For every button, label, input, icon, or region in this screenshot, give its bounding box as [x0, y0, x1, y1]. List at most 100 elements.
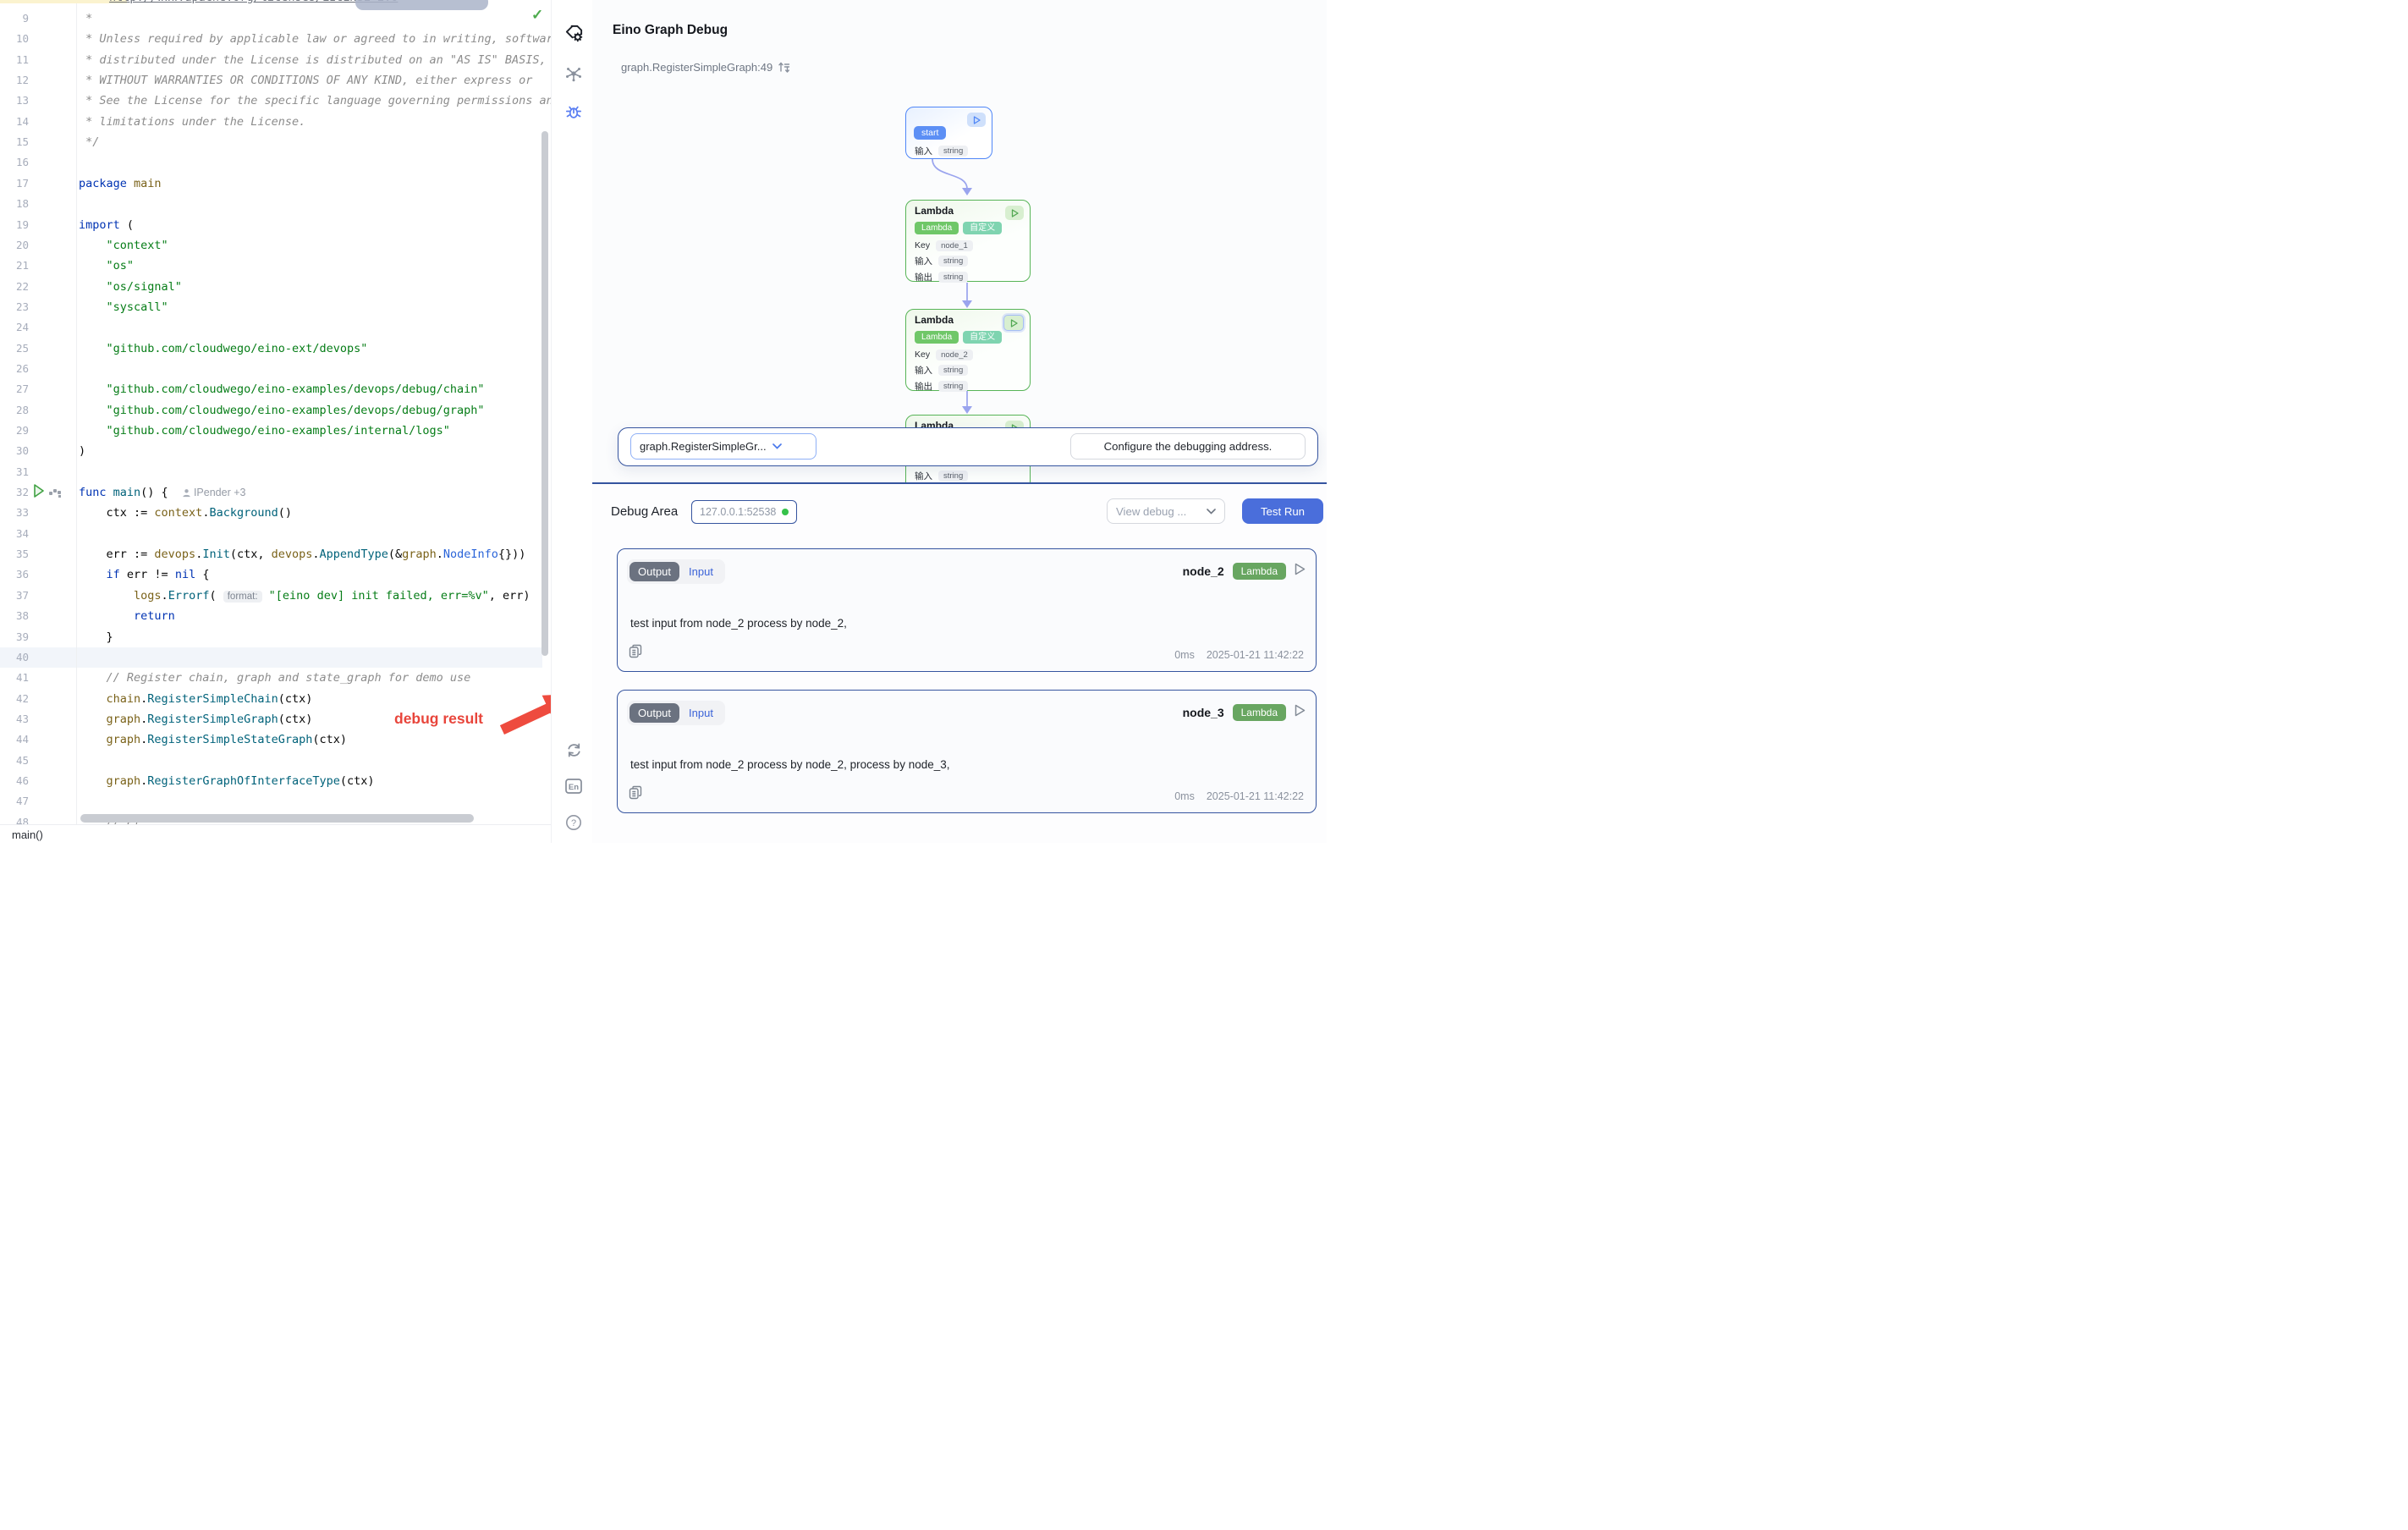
run-node-icon[interactable] [967, 113, 986, 127]
node-type-badge: Lambda [1233, 704, 1286, 721]
line-number: 35 [0, 544, 29, 564]
line-number: 26 [0, 359, 29, 379]
coverage-icon[interactable] [49, 487, 62, 503]
editor-horizontal-scrollbar[interactable] [80, 814, 474, 823]
breadcrumb[interactable]: main() [12, 828, 43, 841]
gutter-divider [76, 0, 77, 824]
node-io-row: 输入string [915, 143, 968, 159]
graph-selector-value: graph.RegisterSimpleGr... [640, 440, 767, 453]
graph-selector-dropdown[interactable]: graph.RegisterSimpleGr... [630, 433, 816, 460]
tool-strip: En ? [551, 0, 593, 843]
line-number: 23 [0, 297, 29, 317]
node-io-row: 输出string [915, 378, 973, 394]
current-line-highlight [0, 647, 542, 668]
debug-address: 127.0.0.1:52538 [700, 506, 776, 518]
language-en-icon[interactable]: En [564, 776, 584, 796]
code-line: */ [79, 132, 99, 152]
start-badge: start [914, 126, 946, 140]
line-number: 20 [0, 235, 29, 256]
code-line: } [79, 627, 113, 647]
graph-node-node_1[interactable]: LambdaLambda自定义Keynode_1输入string输出string [905, 200, 1031, 282]
code-line: graph.RegisterGraphOfInterfaceType(ctx) [79, 771, 375, 791]
output-input-tabs: OutputInput [627, 701, 725, 725]
debug-meta: 0ms2025-01-21 11:42:22 [1174, 790, 1304, 802]
line-number: 12 [0, 70, 29, 91]
line-number: 14 [0, 112, 29, 132]
debug-output-text: test input from node_2 process by node_2… [630, 617, 847, 630]
scrollbar-pill[interactable] [355, 0, 488, 10]
breadcrumb-bar: main() [0, 824, 551, 843]
tab-output[interactable]: Output [629, 562, 679, 581]
line-number: 29 [0, 421, 29, 441]
timestamp: 2025-01-21 11:42:22 [1207, 790, 1304, 802]
code-line: chain.RegisterSimpleChain(ctx) [79, 689, 312, 709]
copy-icon[interactable] [629, 785, 642, 804]
code-line: ctx := context.Background() [79, 503, 292, 523]
play-icon[interactable] [1295, 563, 1306, 580]
code-line: * WITHOUT WARRANTIES OR CONDITIONS OF AN… [79, 70, 532, 91]
output-input-tabs: OutputInput [627, 559, 725, 584]
editor-vertical-scrollbar[interactable] [542, 131, 548, 656]
help-icon[interactable]: ? [564, 812, 584, 833]
debug-bug-icon[interactable] [564, 102, 584, 122]
node-badges: Lambda自定义 [915, 331, 1002, 344]
graph-node-start[interactable]: start 输入string [905, 107, 992, 159]
view-debug-dropdown[interactable]: View debug ... [1107, 498, 1225, 524]
code-editor[interactable]: 9101112131415161718192021222324252627282… [0, 0, 551, 843]
debug-area-label: Debug Area [611, 504, 678, 519]
tab-input[interactable]: Input [679, 703, 723, 723]
eino-logo-icon [564, 23, 584, 43]
sort-hierarchy-icon[interactable] [778, 61, 790, 74]
line-number: 37 [0, 586, 29, 606]
code-line: * [79, 8, 92, 29]
node-io-row: 输出string [915, 269, 973, 285]
line-number: 22 [0, 277, 29, 297]
chevron-down-icon [1207, 509, 1216, 515]
debug-address-chip[interactable]: 127.0.0.1:52538 [691, 500, 797, 524]
code-line: * See the License for the specific langu… [79, 91, 551, 111]
code-line: if err != nil { [79, 564, 209, 585]
line-number: 16 [0, 152, 29, 173]
inspection-check-icon[interactable]: ✓ [531, 7, 543, 24]
debug-card-node_2: OutputInputnode_2Lambdatest input from n… [617, 548, 1317, 672]
code-line: * limitations under the License. [79, 112, 305, 132]
copy-icon[interactable] [629, 644, 642, 663]
code-line: "github.com/cloudwego/eino-examples/inte… [79, 421, 450, 441]
start-node-rows: 输入string [915, 143, 968, 159]
code-line: "os/signal" [79, 277, 182, 297]
annotation-debug-result: debug result [394, 710, 483, 728]
line-number: 30 [0, 441, 29, 461]
app-window: 9101112131415161718192021222324252627282… [0, 0, 1327, 843]
node-io-row: 输入string [915, 254, 973, 270]
code-line: * distributed under the License is distr… [79, 50, 547, 70]
svg-text:En: En [569, 783, 579, 792]
tab-output[interactable]: Output [629, 703, 679, 723]
line-number: 21 [0, 256, 29, 276]
tab-input[interactable]: Input [679, 562, 723, 581]
line-number: 44 [0, 729, 29, 750]
graph-location[interactable]: graph.RegisterSimpleGraph:49 [621, 61, 790, 74]
node-io-row: Keynode_2 [915, 347, 973, 363]
line-number: 47 [0, 791, 29, 812]
run-node-icon[interactable] [1005, 206, 1024, 220]
connection-status-dot [782, 509, 789, 515]
code-line: "context" [79, 235, 168, 256]
node-name: node_2 [1183, 564, 1224, 578]
line-number: 24 [0, 317, 29, 338]
refresh-icon[interactable] [564, 740, 584, 760]
test-run-button[interactable]: Test Run [1242, 498, 1323, 524]
graph-nodes-icon[interactable] [564, 63, 584, 84]
code-line: return [79, 606, 175, 626]
play-icon[interactable] [1295, 704, 1306, 721]
timestamp: 2025-01-21 11:42:22 [1207, 649, 1304, 661]
configure-address-button[interactable]: Configure the debugging address. [1070, 433, 1306, 460]
line-number: 15 [0, 132, 29, 152]
graph-node-node_2[interactable]: LambdaLambda自定义Keynode_2输入string输出string [905, 309, 1031, 391]
code-line: graph.RegisterSimpleStateGraph(ctx) [79, 729, 347, 750]
line-number: 46 [0, 771, 29, 791]
chevron-down-icon [772, 443, 782, 449]
run-main-icon[interactable] [33, 484, 45, 502]
line-number: 17 [0, 173, 29, 194]
run-node-icon[interactable] [1003, 315, 1024, 331]
code-line: ) [79, 441, 85, 461]
